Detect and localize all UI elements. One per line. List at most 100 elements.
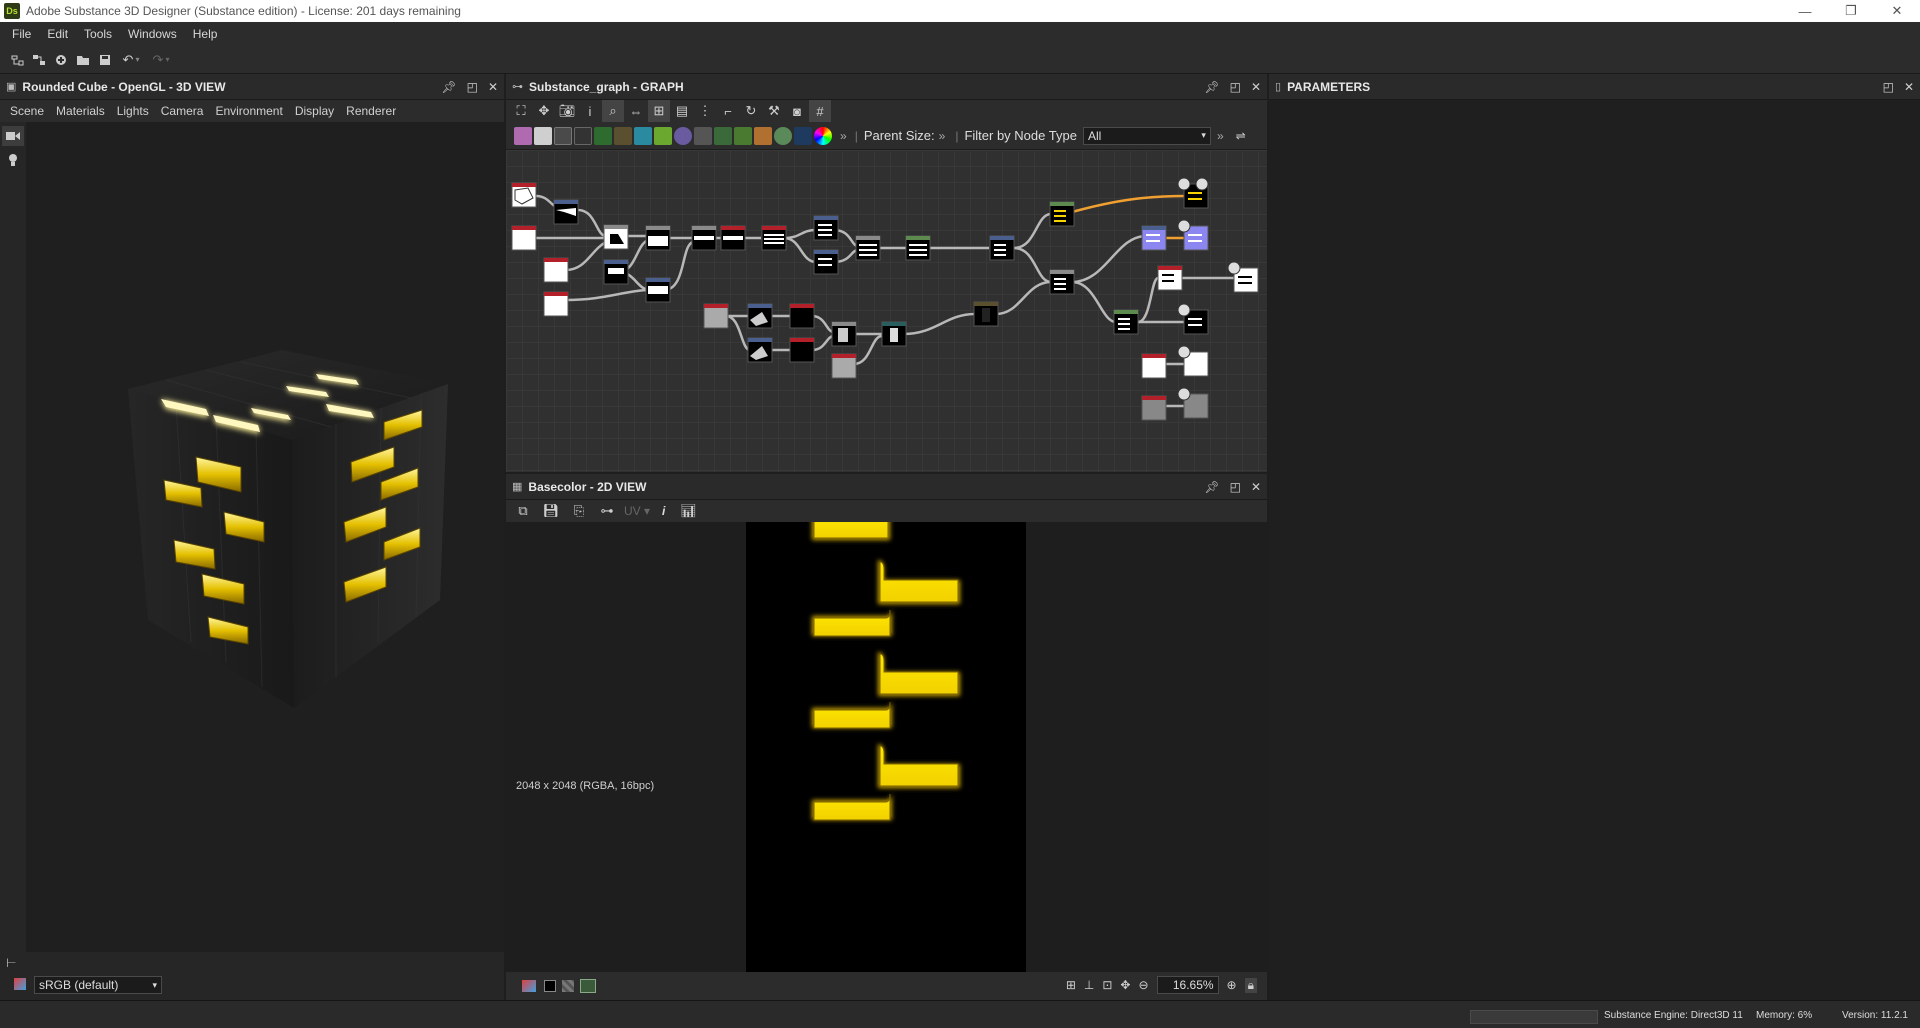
tab-renderer[interactable]: Renderer [340,104,402,118]
maximize-button[interactable]: ❐ [1828,0,1874,22]
tree-icon[interactable]: ⋮ [694,100,716,122]
render-icon[interactable]: ◙ [786,100,808,122]
tab-display[interactable]: Display [289,104,340,118]
node-blend-icon[interactable] [534,126,552,145]
output-basecolor[interactable] [1177,219,1209,251]
output-height[interactable] [1177,387,1209,419]
save-all-icon[interactable] [94,49,116,71]
node-transform-icon[interactable] [634,126,652,145]
channels-icon[interactable] [522,980,536,992]
tiling-mode-icon[interactable]: ⊥ [1084,978,1094,992]
node-drop-icon[interactable] [554,126,572,145]
output-roughness[interactable] [1177,303,1209,335]
graph-canvas[interactable] [506,150,1267,472]
undo-icon[interactable]: ↶ ▾ [116,49,146,71]
node-noise[interactable] [703,303,729,329]
grid-view-icon[interactable]: ⊞ [1066,978,1076,992]
fit-selection-icon[interactable]: ✥ [533,100,555,122]
save-image-icon[interactable]: 💾︎ [540,500,562,522]
new-package-icon[interactable] [50,49,72,71]
grid-icon[interactable]: # [809,100,831,122]
camera-icon[interactable] [2,126,24,146]
maximize-panel-icon[interactable]: ◰ [1883,80,1894,94]
node-shape-4[interactable] [543,291,569,317]
node-blend-8[interactable] [789,337,815,363]
3d-viewport[interactable] [26,122,504,952]
node-blend[interactable] [553,199,579,225]
tab-materials[interactable]: Materials [50,104,111,118]
uv-toggle[interactable]: UV ▾ [624,504,650,518]
node-warp-icon[interactable] [654,126,672,145]
node-curvature[interactable] [1157,265,1183,291]
node-shape[interactable] [511,182,537,208]
node-levels-2[interactable] [905,235,931,261]
more-nodes-icon[interactable]: » [840,129,847,143]
maximize-panel-icon[interactable]: ◰ [1230,480,1241,494]
info-icon[interactable]: i [579,100,601,122]
close-icon[interactable]: ✕ [488,80,498,94]
node-color-icon[interactable] [814,126,832,145]
node-blend-4[interactable] [855,235,881,261]
node-curve-icon[interactable] [594,126,612,145]
tab-environment[interactable]: Environment [209,104,288,118]
open-icon[interactable] [72,49,94,71]
node-normal[interactable] [1113,309,1139,335]
snap-icon[interactable]: ⌐ [717,100,739,122]
node-blend-6[interactable] [1049,269,1075,295]
zoom-field[interactable]: 16.65% [1156,976,1219,994]
node-shape-icon[interactable] [674,126,692,145]
color-view-icon[interactable] [580,979,596,993]
node-invert[interactable] [720,225,746,251]
node-tile-2[interactable] [813,215,839,241]
close-icon[interactable]: ✕ [1904,80,1914,94]
link-icon[interactable]: ⇔ [625,100,647,122]
menu-file[interactable]: File [4,27,39,41]
histogram-icon[interactable]: 📊︎ [677,500,699,522]
filter-more[interactable]: » [1217,129,1224,143]
node-transform-2[interactable] [691,225,717,251]
hierarchy-icon[interactable]: ⊢ [6,956,16,970]
zoom-in-icon[interactable]: ⊕ [1227,978,1237,992]
node-tile-3[interactable] [813,249,839,275]
node-mountain-icon[interactable] [794,126,812,145]
tab-camera[interactable]: Camera [155,104,210,118]
node-height-blend[interactable] [1141,225,1167,251]
menu-tools[interactable]: Tools [76,27,120,41]
export-image-icon[interactable]: ⧉ [512,500,534,522]
maximize-panel-icon[interactable]: ◰ [1230,80,1241,94]
menu-help[interactable]: Help [185,27,226,41]
node-noise-icon[interactable] [734,126,752,145]
pin-icon[interactable]: 📌︎ [441,80,456,94]
node-material-icon[interactable] [754,126,772,145]
node-noise-2[interactable] [831,353,857,379]
zoom-out-icon[interactable]: ⊖ [1138,978,1148,992]
tab-lights[interactable]: Lights [111,104,155,118]
info-toggle[interactable]: i [662,504,665,518]
pan-icon[interactable]: ✥ [1120,978,1130,992]
node-levels-3[interactable] [973,301,999,327]
output-emissive[interactable] [1177,177,1209,209]
node-tile[interactable] [761,225,787,251]
node-tile-icon[interactable] [694,126,712,145]
colorspace-select[interactable]: sRGB (default) ▾ [34,976,162,994]
filter-select[interactable]: All ▾ [1082,126,1211,145]
frame-all-icon[interactable]: ⛶ [510,100,532,122]
node-blend-2[interactable] [603,259,629,285]
node-uniform-color-2[interactable] [1141,395,1167,421]
node-shape-2[interactable] [511,225,537,251]
new-graph-icon[interactable] [6,49,28,71]
tools-icon[interactable]: ⚒ [763,100,785,122]
close-icon[interactable]: ✕ [1251,80,1261,94]
node-shape-3[interactable] [543,257,569,283]
node-uniform-color[interactable] [1141,353,1167,379]
node-transform[interactable] [603,224,629,250]
minimize-button[interactable]: — [1782,0,1828,22]
node-sphere-icon[interactable] [774,126,792,145]
output-metallic[interactable] [1177,345,1209,377]
node-blend-5[interactable] [989,235,1015,261]
node-gradient-map[interactable] [1049,201,1075,227]
node-output-icon[interactable] [714,126,732,145]
new-substance-icon[interactable] [28,49,50,71]
align-icon[interactable]: ▤ [671,100,693,122]
node-bitmap-icon[interactable] [514,126,532,145]
